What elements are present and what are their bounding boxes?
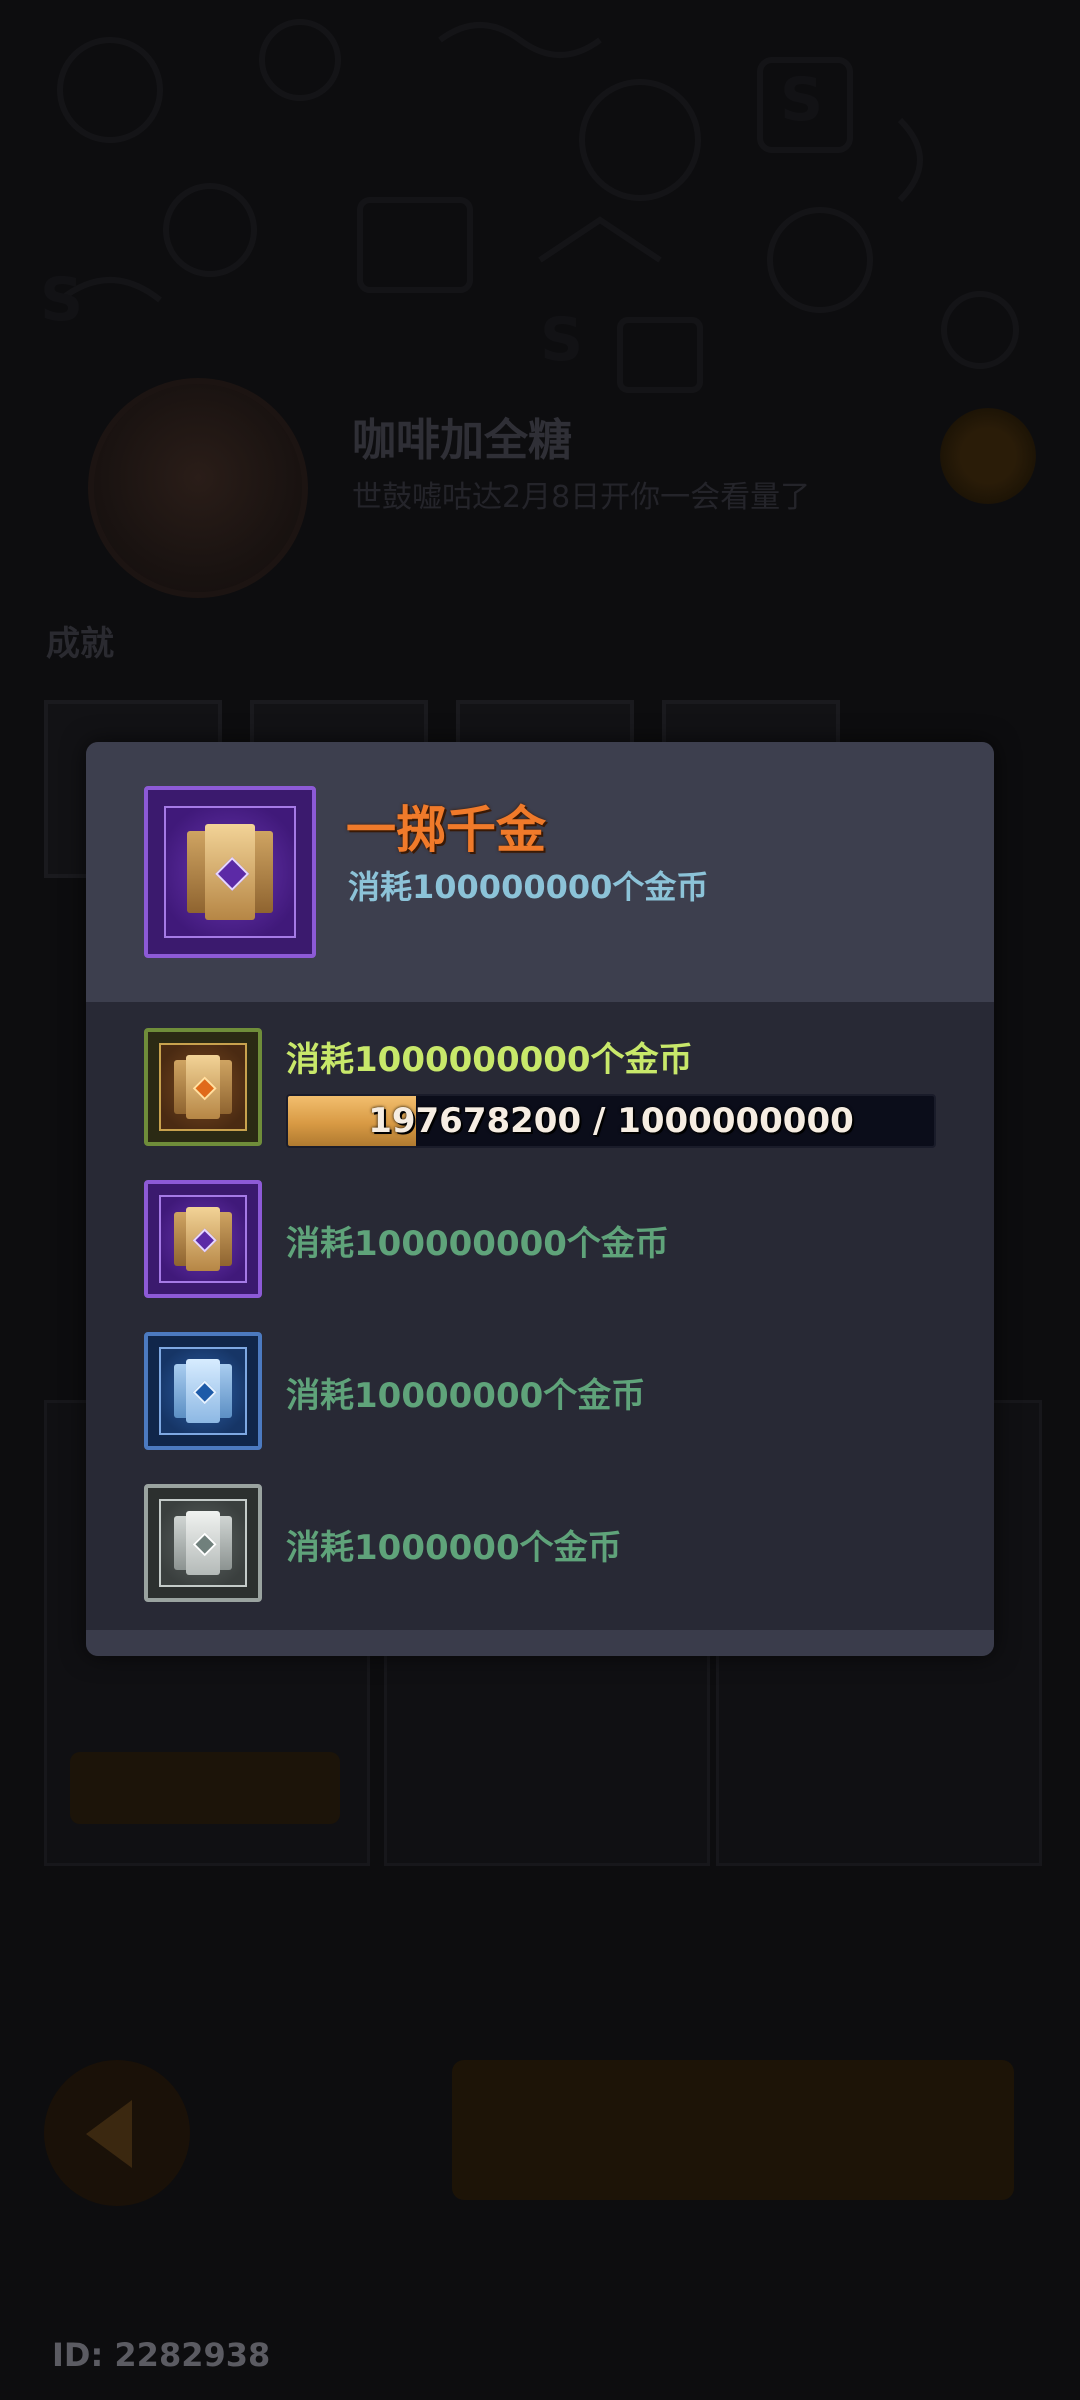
user-id: ID: 2282938 bbox=[52, 2336, 271, 2374]
popup-subtitle: 消耗100000000个金币 bbox=[348, 868, 709, 906]
profile-name: 咖啡加全糖 bbox=[352, 415, 572, 466]
svg-text:S: S bbox=[40, 265, 83, 335]
tier-label: 消耗100000000个金币 bbox=[286, 1224, 669, 1264]
purple-card-badge-icon bbox=[144, 786, 316, 958]
achievements-label: 成就 bbox=[46, 624, 114, 664]
tier-label: 消耗10000000个金币 bbox=[286, 1376, 646, 1416]
purple-card-badge-icon bbox=[144, 1180, 262, 1298]
popup-title: 一掷千金 bbox=[346, 801, 546, 859]
tier-label: 消耗1000000个金币 bbox=[286, 1528, 622, 1568]
svg-text:S: S bbox=[540, 305, 583, 375]
back-arrow-icon bbox=[86, 2100, 132, 2168]
gold-card-badge-icon bbox=[144, 1028, 262, 1146]
popup-footer bbox=[86, 1630, 994, 1656]
gear-icon[interactable] bbox=[940, 408, 1036, 504]
svg-text:S: S bbox=[780, 65, 823, 135]
profile-avatar[interactable] bbox=[88, 378, 308, 598]
screen: S S S 咖啡加全糖 世鼓嘘咕达2月8日开你一会看量了 成就 ID: 2282… bbox=[0, 0, 1080, 2400]
popup-header: 一掷千金 消耗100000000个金币 bbox=[86, 742, 994, 1002]
background-button[interactable] bbox=[70, 1752, 340, 1824]
profile-subtitle: 世鼓嘘咕达2月8日开你一会看量了 bbox=[352, 480, 811, 515]
tier-label: 消耗1000000000个金币 bbox=[286, 1040, 693, 1080]
background-action-button[interactable] bbox=[452, 2060, 1014, 2200]
achievement-popup: 一掷千金 消耗100000000个金币 消耗1000000000个金币 19767… bbox=[86, 742, 994, 1656]
progress-text: 197678200 / 1000000000 bbox=[368, 1101, 854, 1141]
blue-card-badge-icon bbox=[144, 1332, 262, 1450]
back-button[interactable] bbox=[44, 2060, 190, 2206]
progress-bar: 197678200 / 1000000000 bbox=[286, 1094, 936, 1148]
silver-card-badge-icon bbox=[144, 1484, 262, 1602]
background-doodle: S S S bbox=[40, 19, 1019, 393]
tier-list: 消耗1000000000个金币 197678200 / 1000000000 消耗1… bbox=[86, 1002, 994, 1630]
